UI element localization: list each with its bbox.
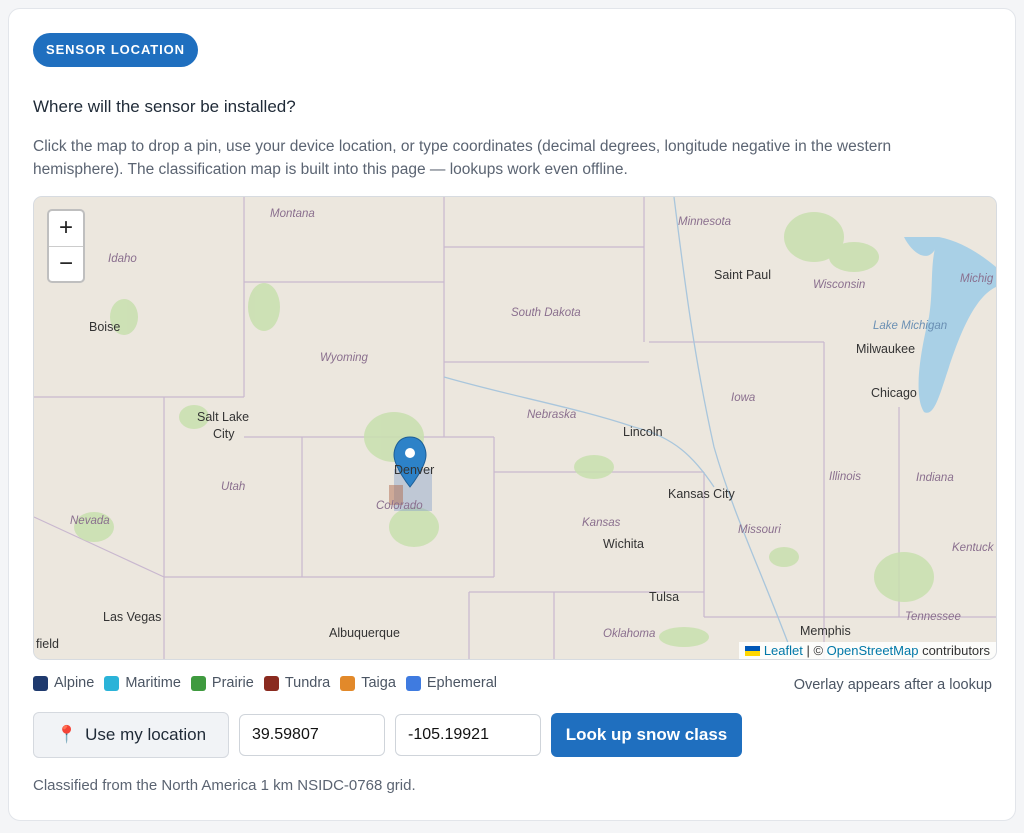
- state-label-kansas: Kansas: [582, 517, 621, 529]
- legend-swatch: [340, 675, 356, 691]
- legend-item: Tundra: [263, 675, 331, 691]
- latitude-input[interactable]: [239, 714, 385, 756]
- city-label-chicago: Chicago: [871, 386, 917, 400]
- legend-label: Alpine: [54, 675, 95, 691]
- state-label-montana: Montana: [270, 208, 315, 220]
- attribution-separator: | ©: [802, 643, 827, 658]
- zoom-out-button[interactable]: −: [49, 247, 83, 282]
- osm-link[interactable]: OpenStreetMap: [827, 643, 919, 658]
- state-label-oklahoma: Oklahoma: [603, 628, 656, 640]
- state-label-nevada: Nevada: [70, 515, 110, 527]
- attribution-suffix: contributors: [918, 643, 990, 658]
- state-label-kentucky: Kentuck: [952, 542, 994, 554]
- legend-label: Maritime: [125, 675, 181, 691]
- legend-item: Alpine: [33, 675, 94, 691]
- city-label-field: field: [36, 637, 59, 651]
- legend-item: Taiga: [340, 675, 396, 691]
- legend-label: Tundra: [284, 675, 331, 691]
- pin-icon: 📍: [55, 725, 78, 744]
- legend-label: Prairie: [211, 675, 254, 691]
- state-label-wisconsin: Wisconsin: [813, 279, 866, 291]
- map-basemap: [34, 197, 996, 659]
- city-label-albuquerque: Albuquerque: [329, 626, 400, 640]
- legend-label: Ephemeral: [426, 675, 498, 691]
- state-label-idaho: Idaho: [108, 253, 137, 265]
- use-my-location-button[interactable]: 📍 Use my location: [33, 712, 229, 758]
- city-label-milwaukee: Milwaukee: [856, 342, 916, 356]
- city-label-denver: Denver: [394, 463, 435, 477]
- look-up-snow-class-button[interactable]: Look up snow class: [551, 713, 742, 757]
- legend-swatch: [263, 675, 279, 691]
- legend-label: Taiga: [361, 675, 396, 691]
- state-label-iowa: Iowa: [731, 392, 756, 404]
- city-label-wichita: Wichita: [603, 537, 644, 551]
- sensor-location-card: SENSOR LOCATION Where will the sensor be…: [8, 8, 1016, 821]
- section-badge: SENSOR LOCATION: [33, 33, 198, 67]
- map-container[interactable]: + − Montana Idaho Wyoming Utah Nevada Co…: [33, 196, 997, 660]
- city-label-lincoln: Lincoln: [623, 425, 663, 439]
- leaflet-link[interactable]: Leaflet: [764, 643, 803, 658]
- state-label-missouri: Missouri: [738, 524, 781, 536]
- overlay-note: Overlay appears after a lookup: [793, 677, 992, 693]
- city-label-saint-paul: Saint Paul: [714, 268, 771, 282]
- city-label-salt-lake: Salt Lake: [197, 410, 250, 424]
- lake-label-michigan: Lake Michigan: [873, 320, 948, 332]
- longitude-input[interactable]: [395, 714, 541, 756]
- legend-item: Maritime: [104, 675, 181, 691]
- zoom-control: + −: [47, 209, 85, 283]
- city-label-salt-lake-city: City: [213, 427, 235, 441]
- state-label-colorado: Colorado: [376, 500, 423, 512]
- city-label-tulsa: Tulsa: [649, 590, 680, 604]
- state-label-nebraska: Nebraska: [527, 409, 577, 421]
- legend-swatch: [190, 675, 206, 691]
- legend-swatch: [405, 675, 421, 691]
- map-attribution: Leaflet | © OpenStreetMap contributors: [738, 642, 996, 659]
- question-heading: Where will the sensor be installed?: [33, 97, 296, 116]
- state-label-south-dakota: South Dakota: [511, 307, 581, 319]
- zoom-in-button[interactable]: +: [49, 211, 83, 247]
- state-label-michigan: Michig: [960, 273, 994, 285]
- use-my-location-label: Use my location: [85, 725, 207, 744]
- city-label-las-vegas: Las Vegas: [103, 610, 162, 624]
- city-label-boise: Boise: [89, 320, 121, 334]
- state-label-minnesota: Minnesota: [678, 216, 732, 228]
- state-label-indiana: Indiana: [916, 472, 954, 484]
- city-label-kansas-city: Kansas City: [668, 487, 735, 501]
- state-label-illinois: Illinois: [829, 471, 861, 483]
- data-source-note: Classified from the North America 1 km N…: [33, 777, 416, 794]
- snow-class-legend: Alpine Maritime Prairie Tundra Taiga Eph…: [33, 675, 497, 691]
- ukraine-flag-icon: [744, 646, 760, 656]
- city-label-memphis: Memphis: [800, 624, 851, 638]
- state-label-wyoming: Wyoming: [320, 352, 368, 364]
- legend-swatch: [33, 675, 48, 691]
- instructions-text: Click the map to drop a pin, use your de…: [33, 138, 892, 178]
- state-label-tennessee: Tennessee: [905, 611, 961, 623]
- legend-item: Prairie: [190, 675, 254, 691]
- state-label-utah: Utah: [221, 481, 246, 493]
- legend-item: Ephemeral: [405, 675, 498, 691]
- legend-swatch: [104, 675, 120, 691]
